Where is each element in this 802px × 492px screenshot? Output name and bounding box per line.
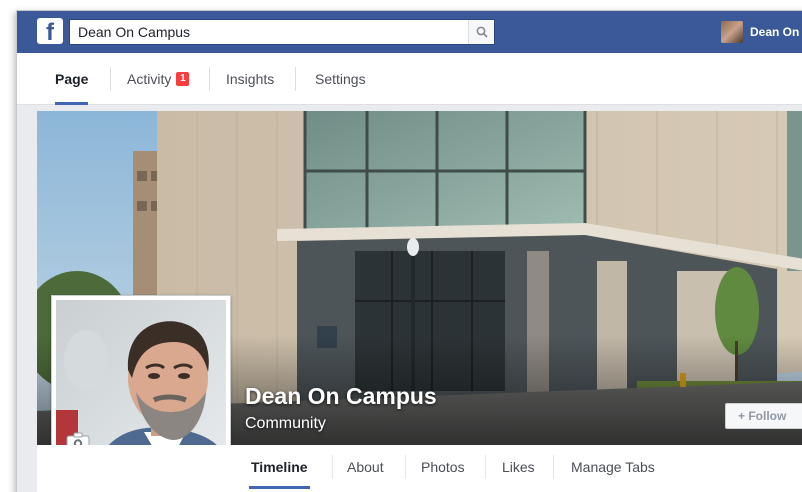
tab-timeline[interactable]: Timeline xyxy=(249,445,310,489)
top-navigation-bar: f Dean On xyxy=(17,11,802,53)
tab-about[interactable]: About xyxy=(347,445,384,489)
tab-divider xyxy=(553,455,554,479)
tab-divider xyxy=(110,67,111,91)
browser-window: f Dean On Page Activity1 Insights Settin… xyxy=(16,10,802,492)
tab-insights[interactable]: Insights xyxy=(226,53,274,105)
tab-divider xyxy=(485,455,486,479)
page-title[interactable]: Dean On Campus xyxy=(245,383,437,410)
search-box[interactable] xyxy=(69,19,495,45)
page-admin-tabs: Page Activity 1 Insights Settings xyxy=(17,53,802,105)
facebook-logo-icon[interactable]: f xyxy=(37,18,63,44)
tab-likes[interactable]: Likes xyxy=(502,445,535,489)
tab-activity[interactable]: Activity 1 xyxy=(127,53,190,105)
follow-button[interactable]: + Follow xyxy=(725,403,802,429)
user-name: Dean On xyxy=(750,25,800,39)
user-profile-link[interactable]: Dean On xyxy=(721,20,799,44)
tab-settings[interactable]: Settings xyxy=(315,53,366,105)
tab-manage-tabs[interactable]: Manage Tabs xyxy=(571,445,655,489)
notification-badge: 1 xyxy=(176,72,190,86)
search-icon xyxy=(476,26,488,38)
tab-divider xyxy=(295,67,296,91)
search-button[interactable] xyxy=(468,20,494,44)
user-avatar xyxy=(721,21,743,43)
timeline-navigation: Timeline About Photos Likes Manage Tabs xyxy=(37,445,802,492)
tab-page[interactable]: Page xyxy=(55,53,89,105)
page-category[interactable]: Community xyxy=(245,415,326,433)
tab-divider xyxy=(405,455,406,479)
tab-divider xyxy=(209,67,210,91)
search-input[interactable] xyxy=(70,20,470,44)
tab-divider xyxy=(332,455,333,479)
tab-photos[interactable]: Photos xyxy=(421,445,465,489)
